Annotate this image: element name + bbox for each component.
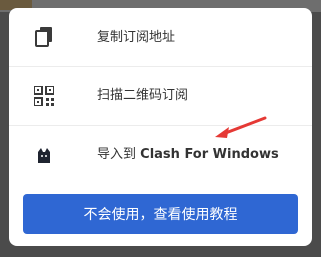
qr-code-icon bbox=[33, 85, 55, 107]
menu-item-import-clash[interactable]: 导入到 Clash For Windows bbox=[9, 125, 312, 183]
menu-item-label: 扫描二维码订阅 bbox=[97, 88, 189, 103]
menu-item-label: 复制订阅地址 bbox=[97, 29, 176, 45]
subscription-import-modal: 复制订阅地址 扫描二维码订阅 导入到 Clash For Windows 不会使… bbox=[9, 8, 312, 246]
menu-item-copy-subscription[interactable]: 复制订阅地址 bbox=[9, 8, 312, 66]
clash-app-name: Clash For Windows bbox=[140, 147, 279, 162]
copy-icon bbox=[33, 26, 55, 48]
import-prefix-text: 导入到 bbox=[97, 147, 137, 162]
menu-item-scan-qr[interactable]: 扫描二维码订阅 bbox=[9, 66, 312, 124]
view-tutorial-button[interactable]: 不会使用，查看使用教程 bbox=[23, 194, 298, 234]
menu-item-label: 导入到 Clash For Windows bbox=[97, 148, 279, 161]
cat-icon bbox=[33, 144, 55, 166]
